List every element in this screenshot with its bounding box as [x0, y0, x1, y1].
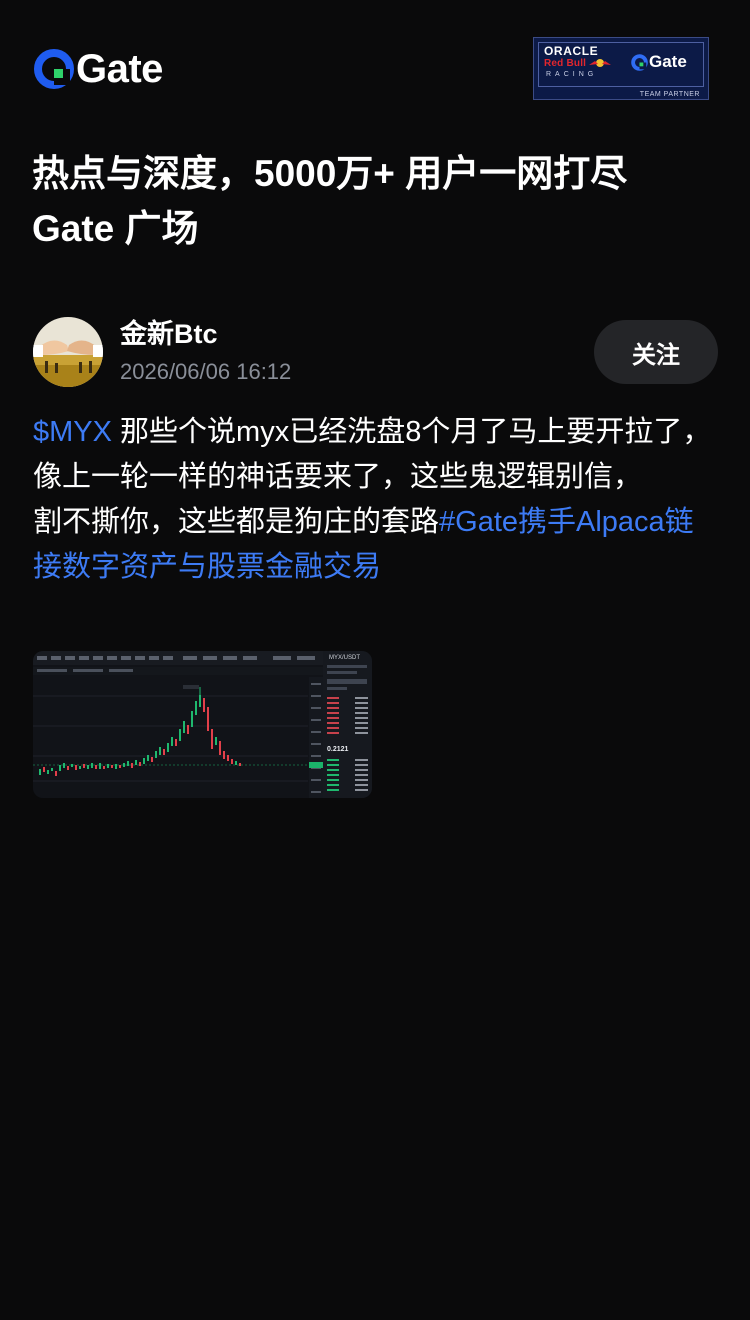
gate-logo-icon	[631, 53, 648, 71]
post-text-1: 那些个说myx已经洗盘8个月了马上要开拉了，	[111, 416, 712, 448]
gate-logo-icon	[34, 49, 74, 89]
headline-line-1: 热点与深度，5000万+ 用户一网打尽	[32, 153, 628, 194]
post-content: $MYX 那些个说myx已经洗盘8个月了马上要开拉了， 像上一轮一样的神话要来了…	[33, 410, 713, 590]
racing-text: RACING	[546, 71, 598, 78]
ticker-link[interactable]: $MYX	[33, 416, 112, 448]
post-timestamp: 2026/06/06 16:12	[120, 359, 292, 384]
post-paragraph-3: 割不撕你，这些都是狗庄的套路#Gate携手Alpaca链接数字资产与股票金融交易	[33, 500, 713, 590]
headline-line-2: Gate 广场	[32, 208, 199, 249]
oracle-text: ORACLE	[544, 44, 599, 58]
partner-gate-logo: Gate	[631, 52, 687, 72]
redbull-bulls-icon	[589, 59, 611, 67]
author-avatar[interactable]	[33, 317, 103, 387]
redbull-text: Red Bull	[544, 58, 587, 69]
post-text-2: 像上一轮一样的神话要来了，这些鬼逻辑别信，	[33, 461, 643, 493]
last-price-label: 0.2121	[327, 746, 349, 753]
pair-label: MYX/USDT	[329, 655, 360, 661]
author-name[interactable]: 金新Btc	[120, 316, 218, 352]
post-paragraph-1: $MYX 那些个说myx已经洗盘8个月了马上要开拉了，	[33, 410, 713, 455]
follow-button[interactable]: 关注	[594, 320, 718, 384]
team-partner-badge: ORACLE Red Bull RACING Gate TEAM PARTNER	[533, 37, 709, 100]
page: Gate ORACLE Red Bull RACING Gate TEAM PA…	[0, 0, 750, 1320]
gate-logo[interactable]: Gate	[34, 48, 163, 90]
partner-gate-text: Gate	[649, 52, 687, 71]
post-text-3: 割不撕你，这些都是狗庄的套路	[33, 506, 440, 538]
post-image-thumbnail[interactable]: MYX/USDT 0.2121	[33, 651, 372, 798]
team-partner-text: TEAM PARTNER	[639, 91, 700, 98]
logo-text: Gate	[76, 47, 163, 91]
handshake-avatar-image	[33, 317, 103, 387]
page-headline: 热点与深度，5000万+ 用户一网打尽 Gate 广场	[32, 146, 722, 256]
trading-chart-screenshot: MYX/USDT 0.2121	[33, 651, 372, 798]
